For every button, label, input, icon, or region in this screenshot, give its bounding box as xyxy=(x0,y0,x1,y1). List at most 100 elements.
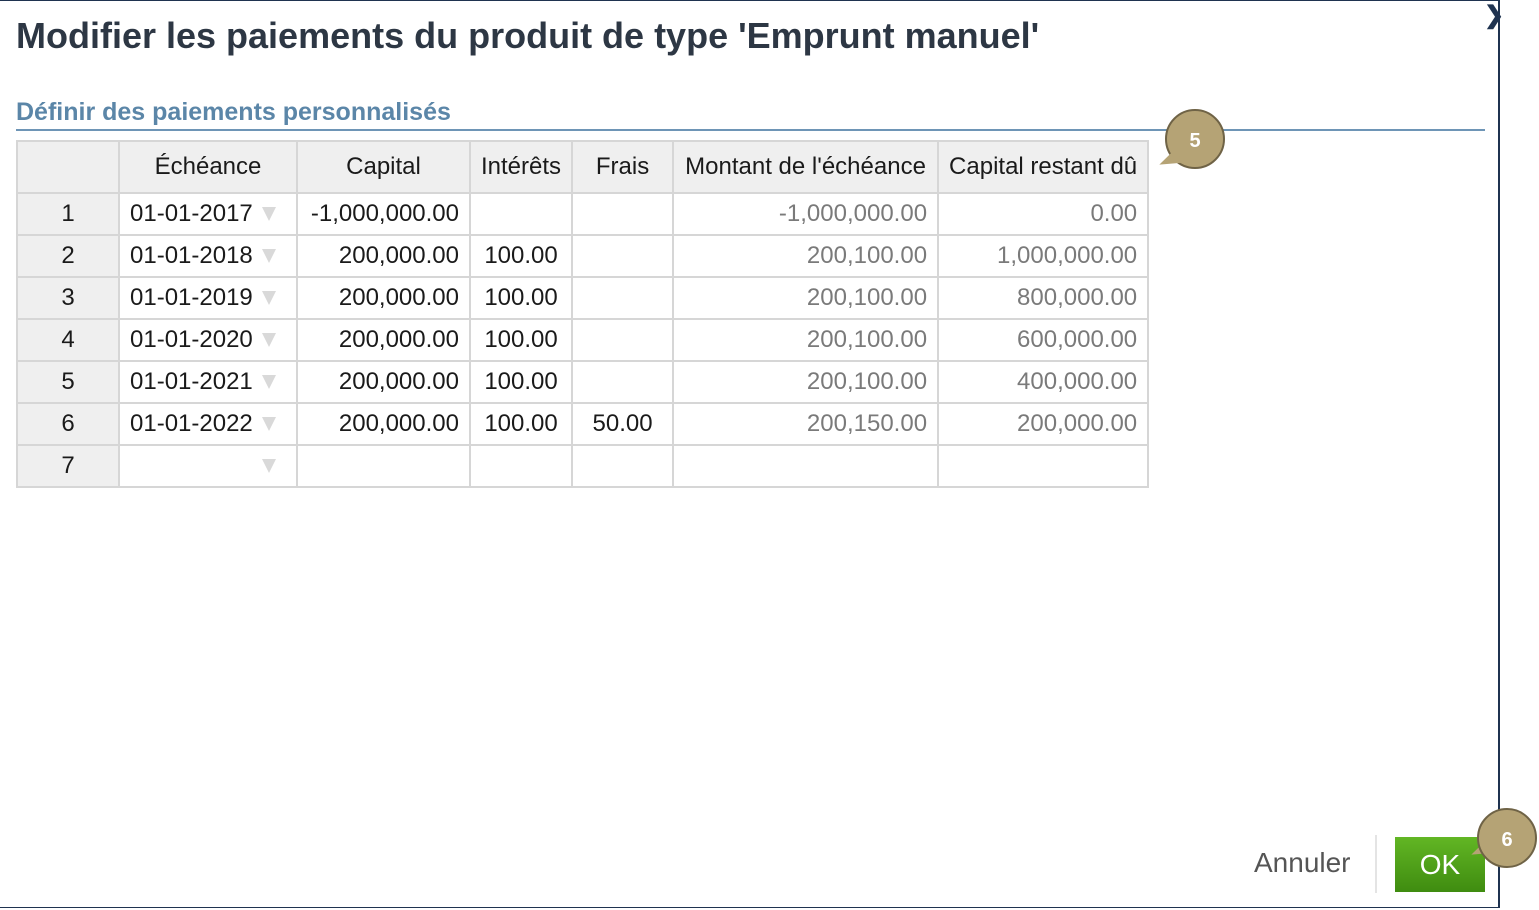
montant-cell: 200,100.00 xyxy=(672,234,940,278)
capital-cell[interactable] xyxy=(296,444,471,488)
date-cell-text: 01-01-2017 xyxy=(130,200,253,227)
table-row: 6 01-01-2022 200,000.00 100.00 50.00 200,150.… xyxy=(16,402,1150,446)
table-row: 3 01-01-2019 200,000.00 100.00 200,100.00 800… xyxy=(16,276,1150,320)
capital-cell-text: 200,000.00 xyxy=(338,368,459,395)
row-number-text: 3 xyxy=(61,284,75,311)
capital-restant-cell: 200,000.00 xyxy=(937,402,1150,446)
frais-cell[interactable] xyxy=(571,234,675,278)
capital-cell[interactable]: 200,000.00 xyxy=(296,276,471,320)
capital-restant-cell xyxy=(937,444,1150,488)
date-cell[interactable]: 01-01-2020 xyxy=(118,318,298,362)
capital-restant-cell: 400,000.00 xyxy=(937,360,1150,404)
table-row: 1 01-01-2017 -1,000,000.00 -1,000,000.00 0.0… xyxy=(16,192,1150,236)
montant-cell-text: 200,150.00 xyxy=(806,410,928,437)
montant-cell: -1,000,000.00 xyxy=(672,192,940,236)
capital-cell[interactable]: 200,000.00 xyxy=(296,234,471,278)
montant-cell-text: 200,100.00 xyxy=(806,326,928,353)
interets-cell-text: 100.00 xyxy=(484,326,558,353)
payments-table: Échéance Capital Intérêts Frais Montant … xyxy=(16,140,1150,488)
column-header-capital[interactable]: Capital xyxy=(296,140,471,194)
capital-restant-cell: 0.00 xyxy=(937,192,1150,236)
dropdown-arrow-icon[interactable] xyxy=(262,333,276,347)
date-cell-text: 01-01-2020 xyxy=(130,326,253,353)
row-number-text: 5 xyxy=(61,368,75,395)
column-header-montant[interactable]: Montant de l'échéance xyxy=(672,140,940,194)
row-number: 5 xyxy=(16,360,120,404)
interets-cell[interactable]: 100.00 xyxy=(468,360,574,404)
row-number-text: 4 xyxy=(61,326,75,353)
montant-cell-text: 200,100.00 xyxy=(806,284,928,311)
capital-cell[interactable]: 200,000.00 xyxy=(296,402,471,446)
table-row: 2 01-01-2018 200,000.00 100.00 200,100.00 1,0… xyxy=(16,234,1150,278)
frais-cell-text: 50.00 xyxy=(592,410,653,437)
dropdown-arrow-icon[interactable] xyxy=(262,375,276,389)
capital-restant-cell: 1,000,000.00 xyxy=(937,234,1150,278)
montant-cell-text: -1,000,000.00 xyxy=(778,200,928,227)
interets-cell[interactable] xyxy=(468,444,574,488)
interets-cell-text: 100.00 xyxy=(484,410,558,437)
montant-cell-text: 200,100.00 xyxy=(806,242,928,269)
dropdown-arrow-icon[interactable] xyxy=(262,291,276,305)
dialog-title: Modifier les paiements du produit de typ… xyxy=(16,15,1040,56)
interets-cell[interactable] xyxy=(468,192,574,236)
frais-cell[interactable] xyxy=(571,444,675,488)
interets-cell-text: 100.00 xyxy=(484,242,558,269)
capital-restant-cell-text: 0.00 xyxy=(1090,200,1138,227)
row-number: 7 xyxy=(16,444,120,488)
column-header-capital-restant[interactable]: Capital restant dû xyxy=(937,140,1150,194)
capital-cell[interactable]: 200,000.00 xyxy=(296,360,471,404)
column-header-frais[interactable]: Frais xyxy=(571,140,675,194)
date-cell-text: 01-01-2019 xyxy=(130,284,253,311)
date-cell[interactable] xyxy=(118,444,298,488)
date-cell[interactable]: 01-01-2022 xyxy=(118,402,298,446)
button-divider xyxy=(1375,835,1377,893)
row-number-text: 7 xyxy=(61,452,75,479)
frais-cell[interactable] xyxy=(571,192,675,236)
frais-cell[interactable]: 50.00 xyxy=(571,402,675,446)
dropdown-arrow-icon[interactable] xyxy=(262,459,276,473)
interets-cell[interactable]: 100.00 xyxy=(468,234,574,278)
capital-cell-text: 200,000.00 xyxy=(338,242,459,269)
capital-restant-cell-text: 200,000.00 xyxy=(1017,410,1138,437)
date-cell[interactable]: 01-01-2021 xyxy=(118,360,298,404)
interets-cell[interactable]: 100.00 xyxy=(468,276,574,320)
column-header-echeance[interactable]: Échéance xyxy=(118,140,298,194)
frais-cell[interactable] xyxy=(571,318,675,362)
capital-restant-cell-text: 400,000.00 xyxy=(1017,368,1138,395)
date-cell-text: 01-01-2021 xyxy=(130,368,253,395)
column-header-rownum xyxy=(16,140,120,194)
frais-cell[interactable] xyxy=(571,360,675,404)
capital-cell[interactable]: -1,000,000.00 xyxy=(296,192,471,236)
interets-cell[interactable]: 100.00 xyxy=(468,402,574,446)
frais-cell[interactable] xyxy=(571,276,675,320)
dropdown-arrow-icon[interactable] xyxy=(262,207,276,221)
interets-cell[interactable]: 100.00 xyxy=(468,318,574,362)
montant-cell: 200,150.00 xyxy=(672,402,940,446)
capital-restant-cell: 600,000.00 xyxy=(937,318,1150,362)
row-number: 2 xyxy=(16,234,120,278)
dropdown-arrow-icon[interactable] xyxy=(262,249,276,263)
capital-restant-cell: 800,000.00 xyxy=(937,276,1150,320)
cancel-button[interactable]: Annuler xyxy=(1254,847,1351,879)
date-cell[interactable]: 01-01-2018 xyxy=(118,234,298,278)
row-number: 3 xyxy=(16,276,120,320)
capital-restant-cell-text: 1,000,000.00 xyxy=(997,242,1138,269)
montant-cell: 200,100.00 xyxy=(672,318,940,362)
column-header-interets[interactable]: Intérêts xyxy=(468,140,574,194)
montant-cell-text: 200,100.00 xyxy=(806,368,928,395)
callout-badge-6: 6 xyxy=(1477,808,1537,868)
capital-restant-cell-text: 600,000.00 xyxy=(1017,326,1138,353)
date-cell[interactable]: 01-01-2017 xyxy=(118,192,298,236)
date-cell[interactable]: 01-01-2019 xyxy=(118,276,298,320)
section-title: Définir des paiements personnalisés xyxy=(16,98,451,126)
table-row: 4 01-01-2020 200,000.00 100.00 200,100.00 600… xyxy=(16,318,1150,362)
montant-cell: 200,100.00 xyxy=(672,276,940,320)
dropdown-arrow-icon[interactable] xyxy=(262,417,276,431)
date-cell-text: 01-01-2022 xyxy=(130,410,253,437)
close-icon[interactable]: ❯ xyxy=(1484,4,1504,28)
capital-cell-text: 200,000.00 xyxy=(338,326,459,353)
row-number: 4 xyxy=(16,318,120,362)
row-number: 6 xyxy=(16,402,120,446)
row-number-text: 6 xyxy=(61,410,75,437)
capital-cell[interactable]: 200,000.00 xyxy=(296,318,471,362)
